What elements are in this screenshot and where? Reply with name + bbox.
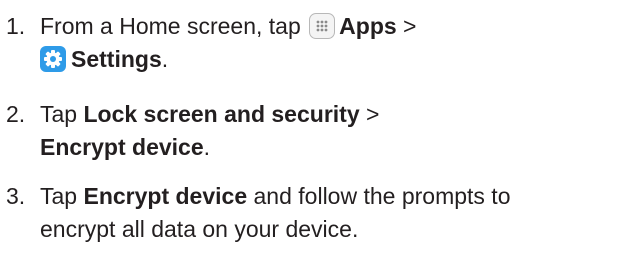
step-separator: > <box>396 13 417 39</box>
step-text-line2: encrypt all data on your device. <box>40 216 359 242</box>
step-text: Tap Lock screen and security > Encrypt d… <box>40 98 630 164</box>
step-separator: > <box>359 101 380 127</box>
instruction-steps: 1. From a Home screen, tap Apps > Settin… <box>0 0 636 256</box>
step-number: 2. <box>6 101 26 127</box>
step-suffix: . <box>161 46 169 72</box>
step-text-prefix: Tap <box>40 183 84 209</box>
gear-icon <box>40 46 66 72</box>
apps-grid-icon <box>309 13 336 39</box>
settings-label: Settings <box>71 46 162 72</box>
lock-screen-security-label: Lock screen and security <box>83 101 360 127</box>
encrypt-device-label: Encrypt device <box>40 134 204 160</box>
step-text-prefix: Tap <box>40 101 84 127</box>
step-text-rest: and follow the prompts to <box>247 183 511 209</box>
step-number: 1. <box>6 13 26 39</box>
step-number: 3. <box>6 183 26 209</box>
step-text-prefix: From a Home screen, tap <box>40 13 301 39</box>
step-suffix: . <box>203 134 211 160</box>
step-text: Tap Encrypt device and follow the prompt… <box>40 180 630 246</box>
apps-label: Apps <box>339 13 397 39</box>
step-text: From a Home screen, tap Apps > Settings. <box>40 10 630 76</box>
encrypt-device-label: Encrypt device <box>83 183 248 209</box>
